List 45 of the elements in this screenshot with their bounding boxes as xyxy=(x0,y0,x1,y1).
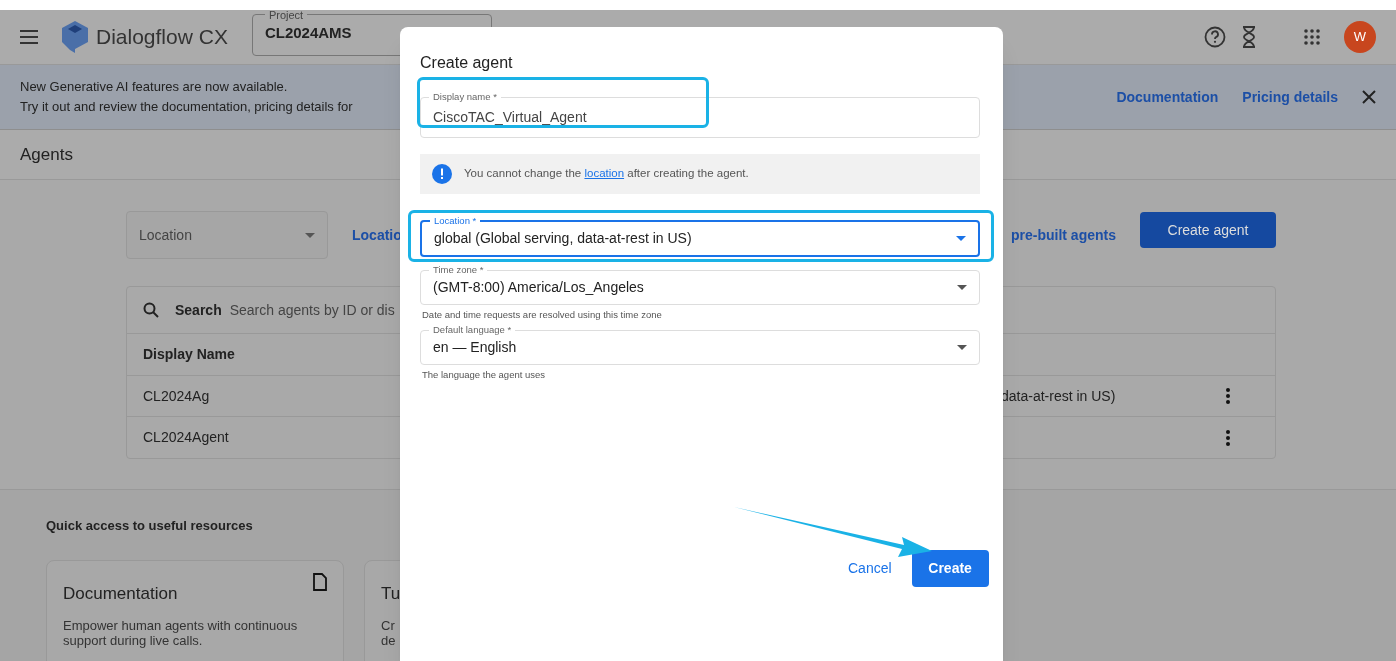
caret-icon xyxy=(305,232,315,238)
table-cell-text: CL2024Ag xyxy=(143,386,211,406)
table-cell-text: CL2024Agent xyxy=(143,428,230,447)
create-button[interactable]: Create xyxy=(911,550,989,587)
help-icon[interactable] xyxy=(1204,26,1226,48)
notice-text: You cannot change the location after creating the agent. xyxy=(464,166,749,182)
search-field[interactable]: Search agents by ID or dis xyxy=(229,299,395,321)
column-header: Display Name xyxy=(143,345,235,364)
location-select[interactable]: Location xyxy=(126,211,328,259)
banner-text: Try it out and review the documentation, pricing details for xyxy=(20,98,353,116)
info-icon xyxy=(432,164,452,184)
table-cell-text: data-at-rest in US) xyxy=(1001,386,1117,406)
search-label: Search xyxy=(175,300,222,320)
field-hint: The language the agent uses xyxy=(422,368,547,383)
logo-icon xyxy=(62,21,88,53)
caret-icon xyxy=(957,284,967,290)
text-field[interactable]: Display name * CiscoTAC_Virtual_Agent xyxy=(420,91,980,138)
location-link[interactable]: location xyxy=(584,167,625,180)
apps-grid-icon[interactable] xyxy=(1304,29,1320,45)
select-field[interactable]: Time zone * (GMT-8:00) America/Los_Angeles xyxy=(420,264,980,305)
caret-icon xyxy=(957,344,967,350)
user-avatar[interactable]: W xyxy=(1344,21,1376,53)
field-hint: Date and time requests are resolved using this time zone xyxy=(422,308,663,322)
document-icon xyxy=(313,572,327,591)
more-icon[interactable] xyxy=(1226,429,1230,446)
pricing-link[interactable]: Pricing details xyxy=(1242,86,1338,108)
create-agent-button[interactable]: Create agent xyxy=(1140,212,1276,248)
section-title: Quick access to useful resources xyxy=(46,517,254,535)
select-field[interactable]: Default language * en — English xyxy=(420,324,980,366)
resource-card[interactable]: Documentation Empower human agents with continuous support during live calls. xyxy=(46,559,344,661)
cancel-button[interactable]: Cancel xyxy=(848,558,892,579)
location-link[interactable]: Locatio xyxy=(352,224,402,246)
menu-icon[interactable] xyxy=(20,30,38,44)
documentation-link[interactable]: Documentation xyxy=(1116,86,1219,108)
search-icon xyxy=(143,302,159,318)
close-icon[interactable] xyxy=(1362,90,1376,104)
page-title: Agents xyxy=(20,143,73,166)
more-icon[interactable] xyxy=(1226,388,1230,404)
caret-icon xyxy=(956,235,966,241)
select-field[interactable]: Location * global (Global serving, data-at-rest in US) xyxy=(420,215,980,257)
prebuilt-agents-link[interactable]: pre-built agents xyxy=(1011,224,1116,246)
dialog-title: Create agent xyxy=(420,53,514,73)
hourglass-icon[interactable] xyxy=(1242,26,1256,48)
app-title: Dialogflow CX xyxy=(96,24,228,51)
banner-text: New Generative AI features are now available. xyxy=(20,78,289,96)
